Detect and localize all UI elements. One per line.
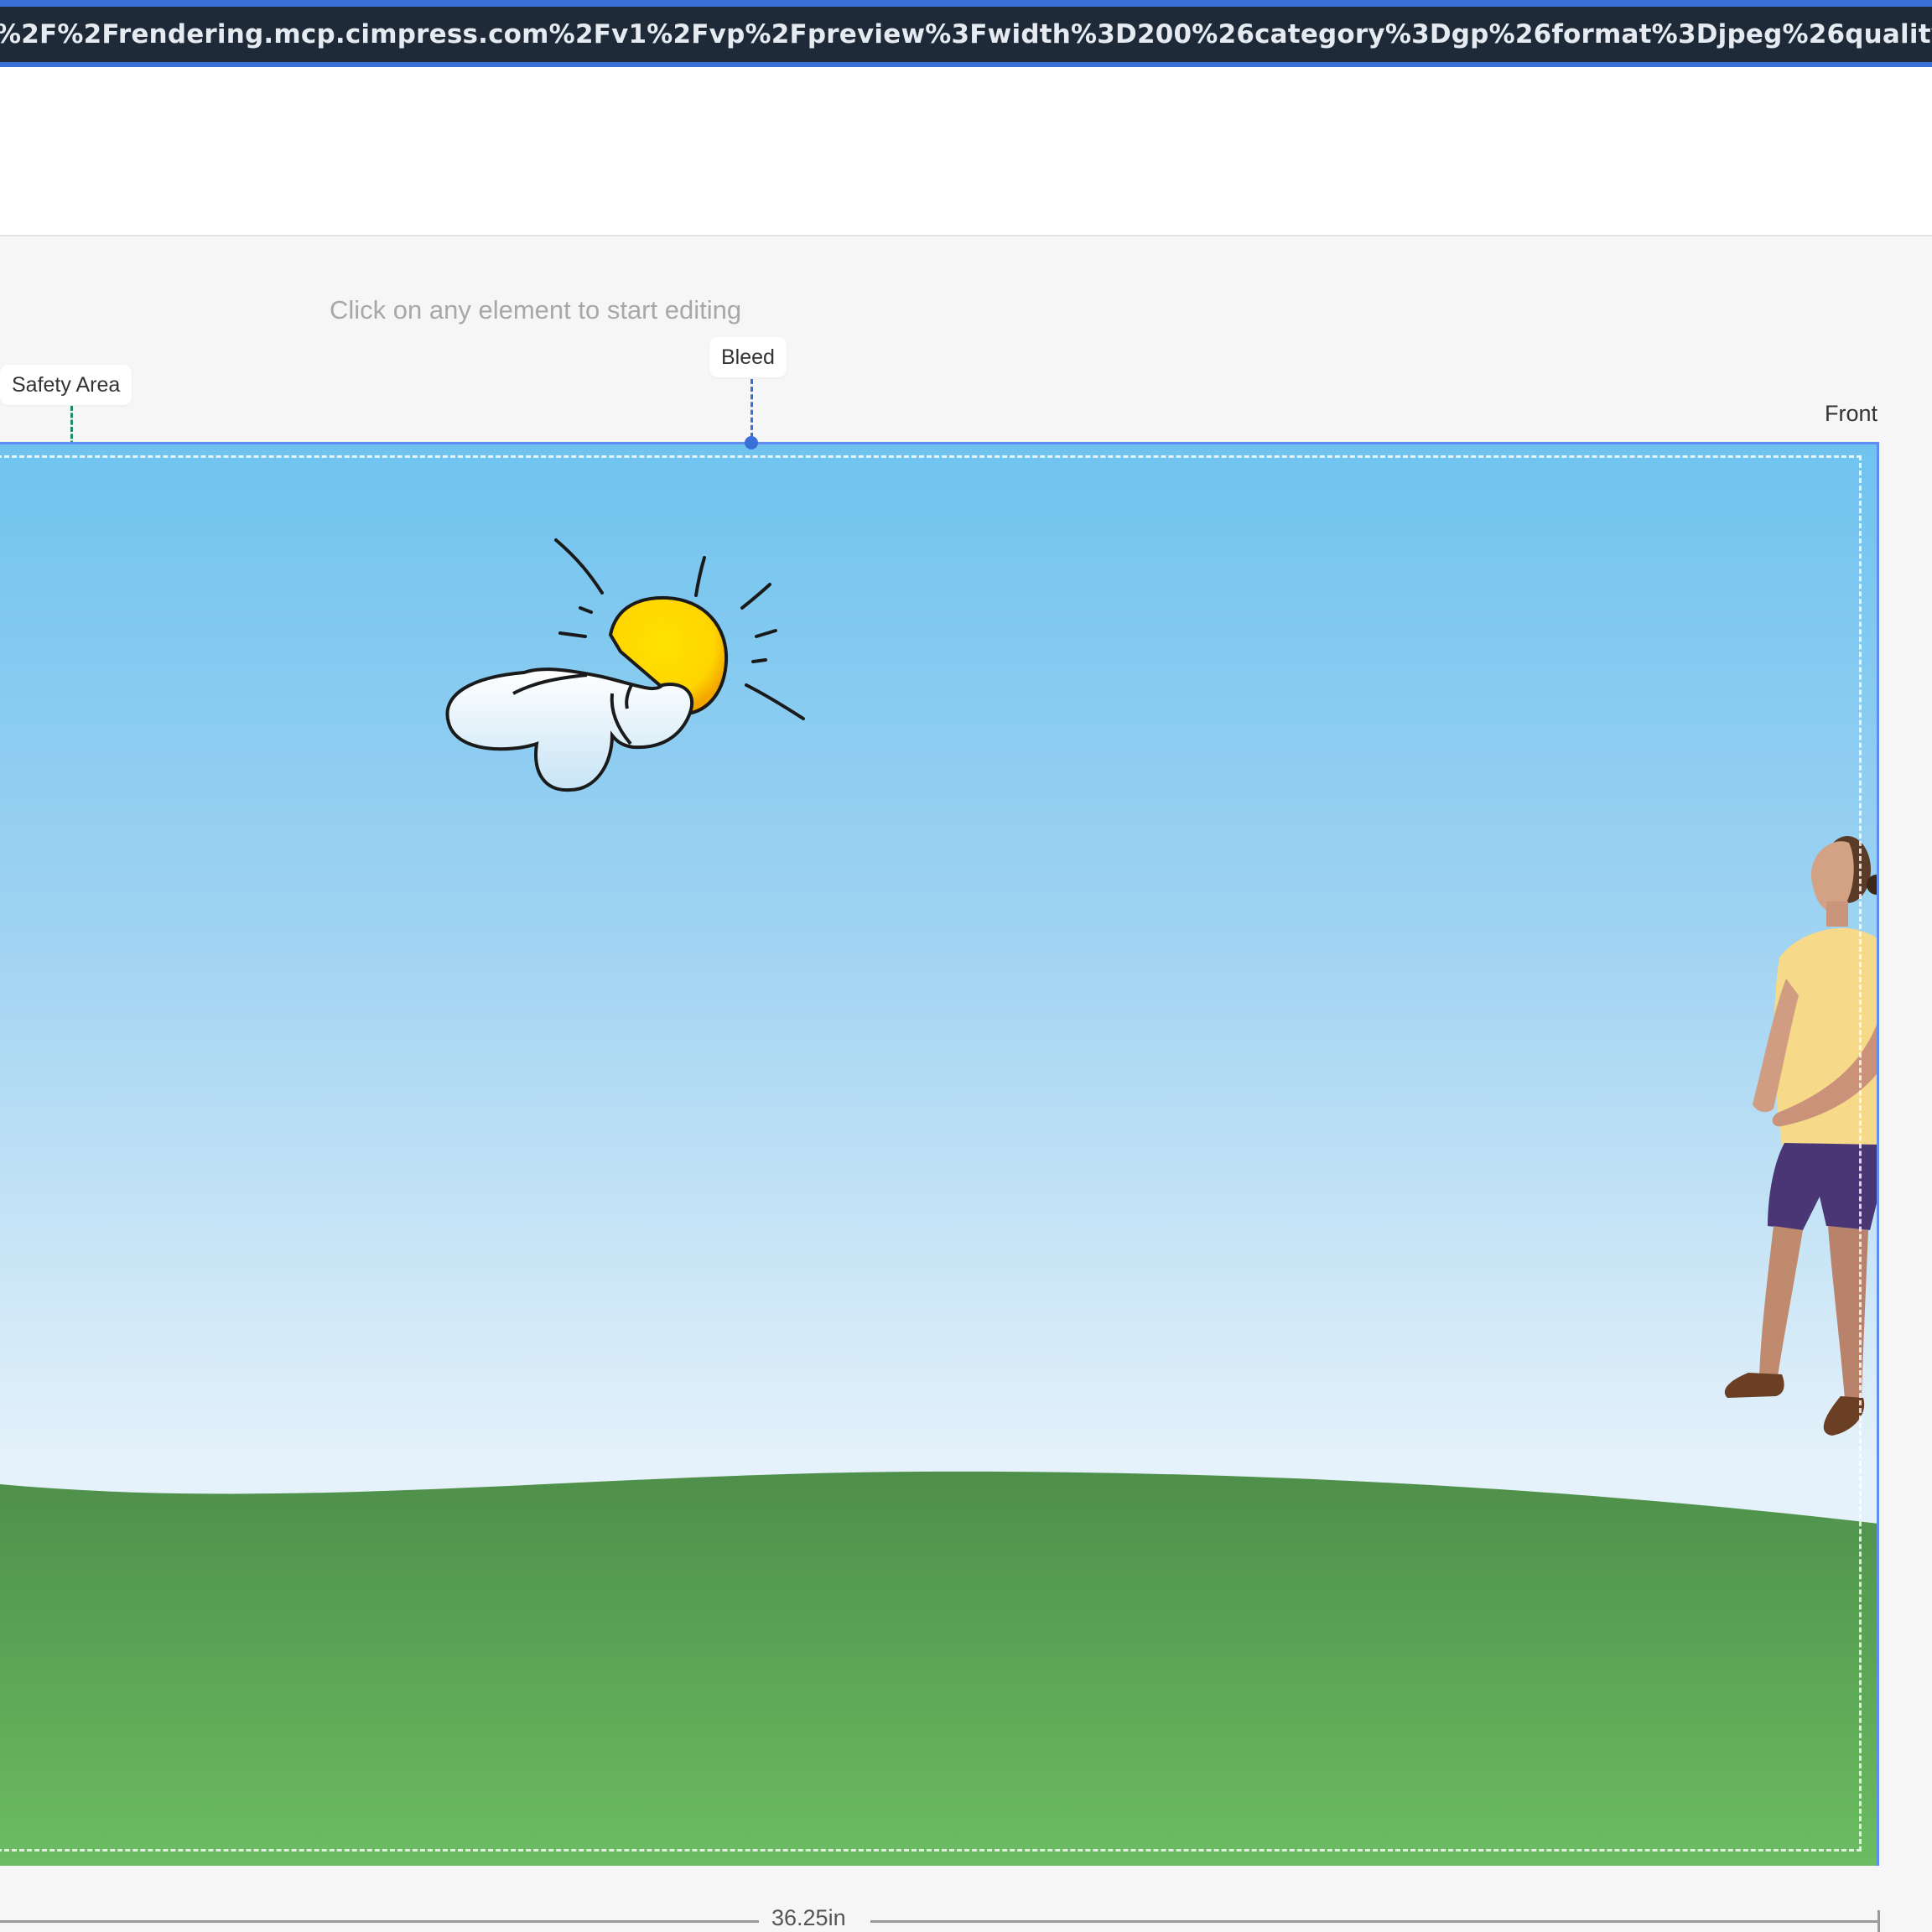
grass-hill — [0, 1471, 1878, 1866]
dimension-line-right — [870, 1920, 1879, 1923]
bleed-label: Bleed — [709, 337, 787, 377]
dimension-line-left — [0, 1920, 759, 1923]
bleed-edge-top — [0, 442, 1878, 444]
browser-url-bar[interactable]: %2F%2Frendering.mcp.cimpress.com%2Fv1%2F… — [0, 0, 1932, 67]
side-label-front[interactable]: Front — [1825, 401, 1877, 427]
editing-hint: Click on any element to start editing — [330, 295, 742, 325]
url-text[interactable]: %2F%2Frendering.mcp.cimpress.com%2Fv1%2F… — [0, 19, 1932, 49]
sun-cloud-illustration — [445, 538, 805, 792]
person-photo — [1724, 836, 1878, 1436]
editor-header — [0, 67, 1932, 236]
bleed-marker — [745, 436, 758, 449]
canvas-scene — [0, 538, 1878, 1866]
dimension-end-tick — [1877, 1910, 1880, 1932]
safety-area-label: Safety Area — [0, 365, 132, 405]
bleed-edge-right — [1877, 442, 1879, 1866]
width-dimension-label: 36.25in — [771, 1905, 846, 1930]
design-canvas[interactable] — [0, 442, 1878, 1866]
bleed-guide-line — [750, 379, 753, 438]
